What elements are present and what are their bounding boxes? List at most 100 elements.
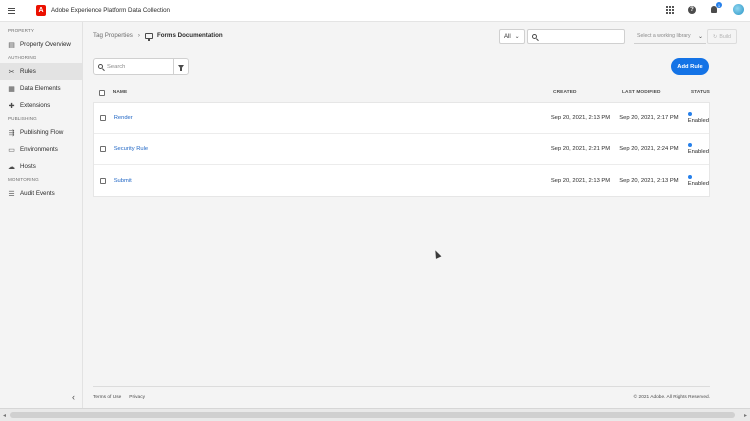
status-label: Enabled: [687, 180, 709, 187]
modified-cell: Sep 20, 2021, 2:13 PM: [619, 177, 679, 184]
build-button[interactable]: ↻ Build: [707, 29, 737, 44]
column-header-status[interactable]: STATUS: [691, 90, 710, 95]
monitor-icon: [144, 32, 153, 41]
chevron-down-icon: ⌄: [697, 33, 703, 40]
publishing-flow-icon: ⇶: [8, 129, 15, 137]
mouse-cursor-icon: [432, 249, 442, 259]
filter-icon: [178, 64, 184, 71]
rules-search-input[interactable]: Search: [94, 59, 174, 74]
adobe-logo[interactable]: A: [36, 5, 46, 16]
sidebar-item-extensions[interactable]: ✚ Extensions: [0, 97, 82, 114]
sidebar-item-label: Property Overview: [20, 41, 71, 48]
sidebar-item-property-overview[interactable]: ▤ Property Overview: [0, 36, 82, 53]
status-cell: Enabled: [687, 112, 709, 124]
status-label: Enabled: [687, 149, 709, 155]
search-icon: [98, 64, 103, 69]
chevron-down-icon: ⌄: [514, 34, 520, 40]
status-dot-icon: [687, 174, 692, 179]
sidebar-item-publishing-flow[interactable]: ⇶ Publishing Flow: [0, 124, 82, 141]
app-title: Adobe Experience Platform Data Collectio…: [51, 7, 171, 14]
copyright-text: © 2021 Adobe. All Rights Reserved.: [633, 395, 710, 400]
build-icon: ↻: [713, 33, 718, 40]
select-all-checkbox[interactable]: [99, 89, 105, 96]
page-title-text: Forms Documentation: [156, 32, 223, 39]
status-dot-icon: [687, 143, 692, 148]
row-checkbox[interactable]: [100, 146, 106, 152]
sidebar-item-label: Hosts: [20, 163, 36, 170]
column-header-name[interactable]: NAME: [113, 90, 553, 95]
breadcrumb: Tag Properties › Forms Documentation: [93, 32, 223, 41]
footer: Terms of Use Privacy © 2021 Adobe. All R…: [93, 386, 710, 408]
row-checkbox[interactable]: [100, 177, 106, 184]
sidebar-item-label: Data Elements: [20, 85, 61, 92]
search-icon: [532, 34, 537, 39]
created-cell: Sep 20, 2021, 2:21 PM: [550, 146, 611, 152]
help-icon[interactable]: ?: [688, 5, 696, 14]
menu-icon[interactable]: [8, 7, 20, 14]
sidebar-item-label: Rules: [20, 68, 36, 75]
avatar[interactable]: [733, 4, 744, 15]
privacy-link[interactable]: Privacy: [129, 395, 145, 400]
status-cell: Enabled: [687, 174, 709, 187]
collapse-sidebar-icon[interactable]: ‹: [72, 392, 75, 402]
rules-icon: ✂: [8, 68, 15, 76]
created-cell: Sep 20, 2021, 2:13 PM: [550, 115, 611, 121]
scrollbar-thumb[interactable]: [10, 412, 735, 418]
environments-icon: ▭: [8, 146, 15, 154]
main-content: Tag Properties › Forms Documentation All…: [83, 22, 750, 408]
rule-name-link[interactable]: Security Rule: [114, 146, 148, 152]
data-elements-icon: ▦: [8, 85, 15, 93]
created-cell: Sep 20, 2021, 2:13 PM: [550, 177, 611, 184]
sidebar-heading-property: PROPERTY: [8, 28, 34, 33]
sidebar-heading-authoring: AUTHORING: [8, 55, 37, 60]
rule-name-link[interactable]: Submit: [114, 178, 132, 184]
scroll-left-icon[interactable]: ◂: [3, 412, 6, 419]
filter-select[interactable]: All ⌄: [499, 29, 525, 44]
table-row: Submit Sep 20, 2021, 2:13 PM Sep 20, 202…: [94, 165, 709, 196]
search-input[interactable]: [527, 29, 625, 44]
table-row: Render Sep 20, 2021, 2:13 PM Sep 20, 202…: [94, 103, 709, 134]
filter-select-value: All: [504, 33, 511, 40]
top-bar: A Adobe Experience Platform Data Collect…: [0, 0, 750, 22]
breadcrumb-separator: ›: [137, 32, 140, 39]
extensions-icon: ✚: [8, 102, 15, 110]
working-library-select[interactable]: Select a working library ⌄: [634, 29, 706, 44]
sidebar-item-label: Audit Events: [20, 190, 55, 197]
working-library-placeholder: Select a working library: [637, 33, 691, 39]
status-label: Enabled: [687, 118, 709, 124]
rule-name-link[interactable]: Render: [114, 115, 133, 121]
property-icon: ▤: [8, 41, 15, 49]
column-header-created[interactable]: CREATED: [553, 90, 622, 95]
row-checkbox[interactable]: [100, 115, 106, 121]
sidebar-item-data-elements[interactable]: ▦ Data Elements: [0, 80, 82, 97]
add-rule-button[interactable]: Add Rule: [671, 58, 709, 75]
rules-search-placeholder: Search: [107, 63, 126, 70]
column-header-last-modified[interactable]: LAST MODIFIED: [622, 90, 691, 95]
breadcrumb-tag-properties[interactable]: Tag Properties: [93, 32, 133, 39]
filter-button[interactable]: [174, 64, 188, 71]
top-right-actions: ? 1: [666, 2, 744, 15]
sidebar-item-audit-events[interactable]: ☰ Audit Events: [0, 185, 82, 202]
modified-cell: Sep 20, 2021, 2:17 PM: [619, 115, 679, 121]
rules-search: Search: [93, 58, 189, 75]
scroll-right-icon[interactable]: ▸: [744, 412, 747, 419]
page-title: Forms Documentation: [144, 32, 223, 41]
status-cell: Enabled: [687, 143, 709, 155]
terms-of-use-link[interactable]: Terms of Use: [93, 395, 121, 400]
sidebar-item-rules[interactable]: ✂ Rules: [0, 63, 82, 80]
hosts-icon: ☁: [8, 163, 15, 171]
sidebar-item-hosts[interactable]: ☁ Hosts: [0, 158, 82, 175]
sidebar-item-label: Publishing Flow: [20, 129, 64, 136]
modified-cell: Sep 20, 2021, 2:24 PM: [619, 146, 679, 152]
sidebar-item-environments[interactable]: ▭ Environments: [0, 141, 82, 158]
table-header: NAME CREATED LAST MODIFIED STATUS: [93, 84, 710, 101]
audit-events-icon: ☰: [8, 190, 15, 198]
build-button-label: Build: [719, 33, 731, 40]
sidebar-heading-publishing: PUBLISHING: [8, 116, 37, 121]
sidebar: PROPERTY ▤ Property Overview AUTHORING ✂…: [0, 22, 83, 408]
sidebar-item-label: Environments: [20, 146, 58, 153]
sidebar-heading-monitoring: MONITORING: [8, 177, 39, 182]
app-switcher-icon[interactable]: [666, 5, 674, 14]
horizontal-scrollbar[interactable]: ◂ ▸: [0, 408, 750, 421]
notifications-icon[interactable]: 1: [710, 2, 722, 14]
